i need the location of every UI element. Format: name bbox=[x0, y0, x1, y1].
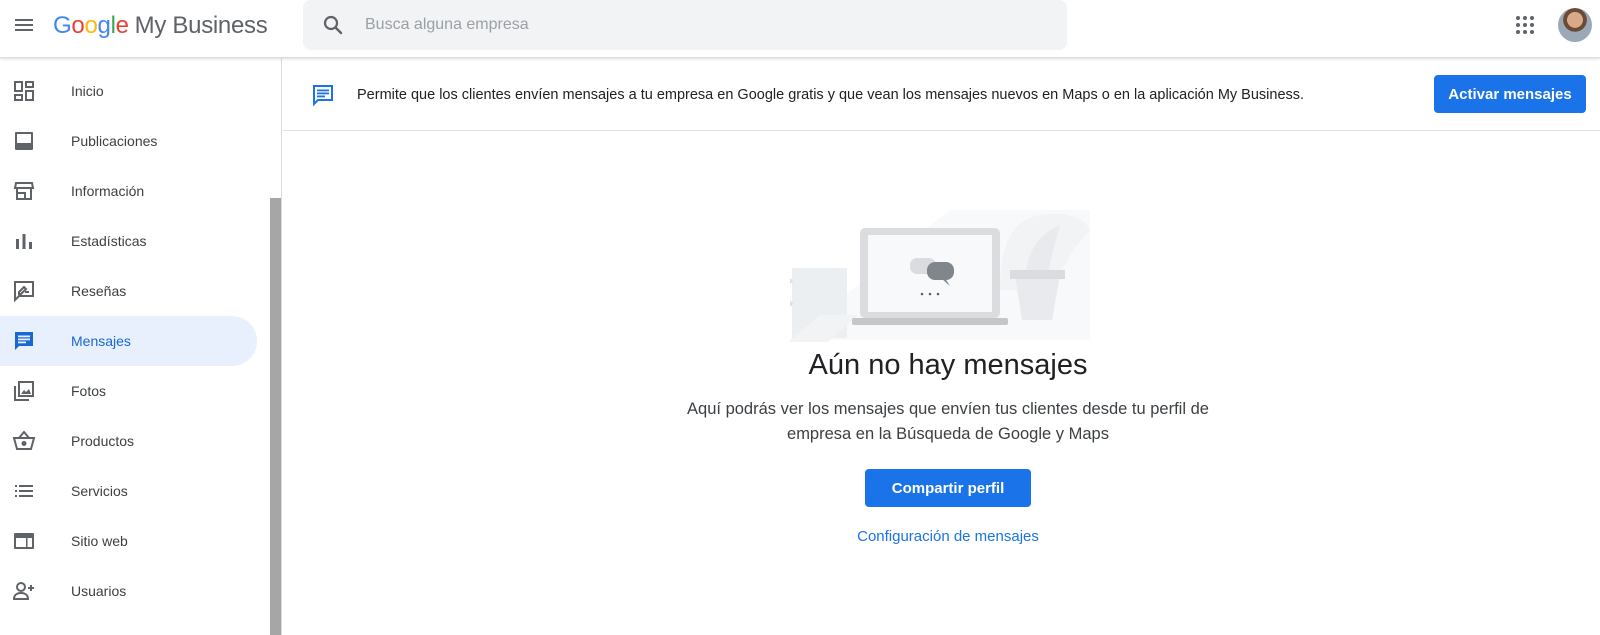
account-avatar[interactable] bbox=[1558, 8, 1592, 42]
sidebar-item-label: Productos bbox=[71, 433, 135, 449]
top-app-bar: Google My Business bbox=[0, 0, 1600, 58]
empty-state-description: Aquí podrás ver los mensajes que envíen … bbox=[687, 400, 1209, 443]
empty-state-title: Aún no hay mensajes bbox=[808, 349, 1088, 381]
sidebar-item-resenas[interactable]: Reseñas bbox=[0, 266, 257, 316]
logo-letter: o bbox=[84, 12, 98, 39]
logo-product-name: My Business bbox=[134, 12, 268, 39]
sidebar-item-label: Publicaciones bbox=[71, 133, 158, 149]
sidebar-item-label: Servicios bbox=[71, 483, 128, 499]
logo-letter: G bbox=[53, 12, 72, 39]
sidebar-item-inicio[interactable]: Inicio bbox=[0, 66, 257, 116]
sidebar-item-publicaciones[interactable]: Publicaciones bbox=[0, 116, 257, 166]
storefront-icon bbox=[12, 179, 36, 203]
message-icon bbox=[12, 329, 36, 353]
sidebar-item-label: Información bbox=[71, 183, 145, 199]
post-icon bbox=[12, 129, 36, 153]
photo-library-icon bbox=[12, 379, 36, 403]
share-profile-button[interactable]: Compartir perfil bbox=[865, 469, 1031, 507]
sidebar-item-label: Sitio web bbox=[71, 533, 128, 549]
search-bar[interactable] bbox=[303, 0, 1067, 50]
sidebar-item-fotos[interactable]: Fotos bbox=[0, 366, 257, 416]
sidebar-item-productos[interactable]: Productos bbox=[0, 416, 257, 466]
banner-text: Permite que los clientes envíen mensajes… bbox=[357, 87, 1305, 103]
activate-messages-button[interactable]: Activar mensajes bbox=[1434, 75, 1586, 113]
sidebar-item-label: Inicio bbox=[71, 83, 104, 99]
messaging-banner: Permite que los clientes envíen mensajes… bbox=[283, 58, 1600, 131]
person-add-icon bbox=[12, 579, 36, 603]
google-my-business-logo[interactable]: Google My Business bbox=[53, 11, 268, 41]
web-icon bbox=[12, 529, 36, 553]
dashboard-icon bbox=[12, 79, 36, 103]
sidebar-item-label: Usuarios bbox=[71, 583, 127, 599]
google-apps-icon[interactable] bbox=[1513, 13, 1537, 37]
sidebar-item-informacion[interactable]: Información bbox=[0, 166, 257, 216]
sidebar-item-label: Mensajes bbox=[71, 333, 131, 349]
list-icon bbox=[12, 479, 36, 503]
sidebar-item-estadisticas[interactable]: Estadísticas bbox=[0, 216, 257, 266]
sidebar-scrollbar[interactable] bbox=[270, 198, 281, 635]
sidebar-item-label: Fotos bbox=[71, 383, 107, 399]
logo-letter: e bbox=[115, 12, 129, 39]
message-icon bbox=[311, 83, 335, 107]
hamburger-menu-icon[interactable] bbox=[12, 13, 36, 37]
basket-icon bbox=[12, 429, 36, 453]
sidebar-item-servicios[interactable]: Servicios bbox=[0, 466, 257, 516]
sidebar-item-label: Reseñas bbox=[71, 283, 127, 299]
sidebar-nav: Inicio Publicaciones Información Estadís… bbox=[0, 58, 282, 635]
search-icon[interactable] bbox=[321, 13, 345, 37]
search-input[interactable] bbox=[365, 0, 1045, 50]
empty-messages-illustration bbox=[782, 205, 1110, 350]
sidebar-item-usuarios[interactable]: Usuarios bbox=[0, 566, 257, 616]
bar-chart-icon bbox=[12, 229, 36, 253]
logo-letter: o bbox=[71, 12, 85, 39]
logo-letter: g bbox=[97, 12, 111, 39]
rate-review-icon bbox=[12, 279, 36, 303]
message-settings-link[interactable]: Configuración de mensajes bbox=[783, 528, 1113, 545]
sidebar-item-sitio-web[interactable]: Sitio web bbox=[0, 516, 257, 566]
sidebar-item-label: Estadísticas bbox=[71, 233, 147, 249]
sidebar-item-mensajes[interactable]: Mensajes bbox=[0, 316, 257, 366]
